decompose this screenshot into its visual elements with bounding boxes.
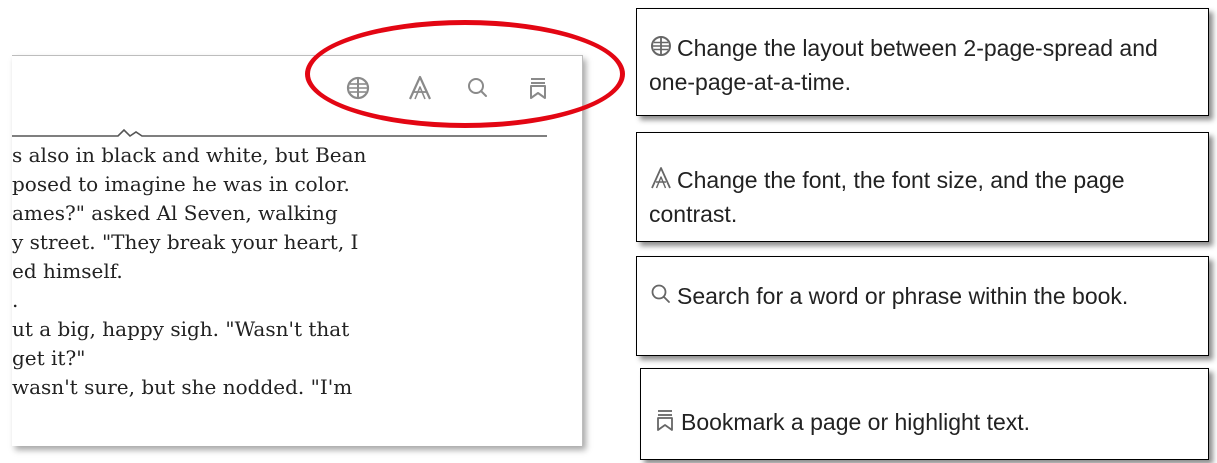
search-icon: [649, 282, 673, 306]
layout-icon: [649, 34, 673, 58]
bookmark-icon[interactable]: [524, 74, 552, 102]
layout-description-box: Change the layout between 2-page-spread …: [636, 8, 1209, 116]
text-line: .: [12, 288, 19, 312]
bookmark-description-text: Bookmark a page or highlight text.: [681, 409, 1031, 435]
search-description-box: Search for a word or phrase within the b…: [636, 256, 1209, 356]
search-description-text: Search for a word or phrase within the b…: [677, 283, 1129, 309]
font-description-text: Change the font, the font size, and the …: [649, 167, 1125, 227]
font-icon: [649, 166, 673, 190]
text-line: s also in black and white, but Bean: [12, 143, 367, 167]
text-line: y street. "They break your heart, I: [12, 230, 359, 254]
reader-screenshot: s also in black and white, but Bean posed…: [12, 55, 583, 446]
text-line: wasn't sure, but she nodded. "I'm: [12, 375, 353, 399]
bookmark-icon: [653, 408, 677, 432]
reader-toolbar: [12, 56, 582, 116]
font-description-box: Change the font, the font size, and the …: [636, 132, 1209, 242]
text-line: ames?" asked Al Seven, walking: [12, 201, 338, 225]
font-icon[interactable]: [406, 74, 434, 102]
search-icon[interactable]: [464, 74, 492, 102]
layout-icon[interactable]: [344, 74, 372, 102]
header-divider: [12, 128, 547, 138]
text-line: get it?": [12, 346, 86, 370]
layout-description-text: Change the layout between 2-page-spread …: [649, 35, 1158, 95]
text-line: ed himself.: [12, 259, 123, 283]
text-line: posed to imagine he was in color.: [12, 172, 350, 196]
book-page-text: s also in black and white, but Bean posed…: [12, 141, 572, 402]
bookmark-description-box: Bookmark a page or highlight text.: [640, 368, 1209, 460]
text-line: ut a big, happy sigh. "Wasn't that: [12, 317, 350, 341]
